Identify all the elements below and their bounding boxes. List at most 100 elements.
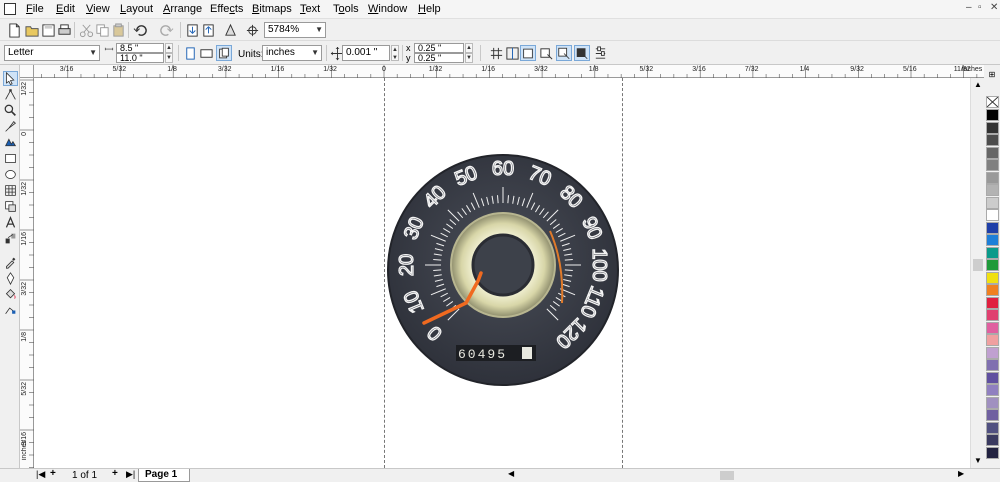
pick-tool-icon[interactable] [3,71,18,86]
color-swatch[interactable] [986,434,999,446]
text-tool-icon[interactable] [3,215,18,230]
basic-shapes-tool-icon[interactable] [3,199,18,214]
color-swatch[interactable] [986,384,999,396]
import-icon[interactable] [184,22,200,38]
page-width-spinner[interactable]: ▲ [165,43,173,53]
color-swatch[interactable] [986,271,999,284]
menu-bitmaps[interactable]: Bitmaps [252,3,292,15]
redo-icon[interactable] [158,22,174,38]
undo-icon[interactable] [132,22,148,38]
copy-icon[interactable] [94,22,110,38]
portrait-icon[interactable] [182,45,198,61]
save-icon[interactable] [40,22,56,38]
color-swatch[interactable] [986,109,999,121]
color-swatch[interactable] [986,346,999,359]
first-page-icon[interactable]: |◀ [36,469,45,480]
no-color-swatch[interactable] [986,96,999,108]
landscape-icon[interactable] [198,45,214,61]
ruler-origin[interactable] [20,65,34,78]
menu-edit[interactable]: Edit [56,3,75,15]
minimize-button[interactable]: – [966,2,972,13]
color-swatch[interactable] [986,146,999,159]
last-page-icon[interactable]: ▶| [126,469,135,480]
freehand-tool-icon[interactable] [3,119,18,134]
zoom-tool-icon[interactable] [3,103,18,118]
scroll-left-arrow[interactable]: ◀ [508,469,514,478]
page-height-field[interactable]: 11.0 " [116,53,164,63]
dynamic-guides-icon[interactable] [538,45,554,61]
color-swatch[interactable] [986,184,999,196]
color-swatch[interactable] [986,296,999,309]
outline-pen-tool-icon[interactable] [3,271,18,286]
duplicate-x-field[interactable]: 0.25 " [414,43,464,53]
color-swatch[interactable] [986,321,999,334]
color-swatch[interactable] [986,134,999,146]
color-swatch[interactable] [986,421,999,434]
color-swatch[interactable] [986,446,999,459]
horizontal-scroll-thumb[interactable] [720,471,734,480]
snap-to-objects-icon[interactable] [520,45,536,61]
paper-size-dropdown[interactable]: Letter ▼ [4,45,100,61]
menu-window[interactable]: Window [368,3,407,15]
color-swatch[interactable] [986,234,999,246]
shape-tool-icon[interactable] [3,87,18,102]
color-swatch[interactable] [986,359,999,371]
snap-to-guidelines-icon[interactable] [504,45,520,61]
units-dropdown[interactable]: inches ▼ [262,45,322,61]
zoom-level-dropdown[interactable]: 5784% ▼ [264,22,326,38]
interactive-fill-tool-icon[interactable] [3,303,18,318]
export-icon[interactable] [200,22,216,38]
new-document-icon[interactable] [6,22,22,38]
close-button[interactable]: ✕ [990,2,998,13]
interactive-blend-tool-icon[interactable] [3,231,18,246]
color-swatch[interactable] [986,196,999,209]
polygon-tool-icon[interactable] [3,183,18,198]
vertical-scrollbar[interactable]: ▲ ▼ [970,78,984,468]
color-swatch[interactable] [986,246,999,259]
duplicate-y-spinner[interactable]: ▼ [465,53,473,63]
color-swatch[interactable] [986,396,999,409]
menu-file[interactable]: File [26,3,44,15]
speedometer-image[interactable]: 01020304050 60 708090100110120 60495 [386,153,620,388]
welcome-screen-icon[interactable] [244,22,260,38]
vertical-scroll-thumb[interactable] [973,259,983,271]
application-launcher-icon[interactable] [222,22,238,38]
color-swatch[interactable] [986,284,999,296]
nudge-spinner[interactable]: ▲ ▼ [391,45,399,61]
color-swatch[interactable] [986,121,999,134]
menu-arrange[interactable]: Arrange [163,3,202,15]
restore-button[interactable]: ▫ [978,2,982,13]
rectangle-tool-icon[interactable] [3,151,18,166]
ellipse-tool-icon[interactable] [3,167,18,182]
fill-tool-icon[interactable] [3,287,18,302]
all-pages-icon[interactable] [216,45,232,61]
palette-menu-icon[interactable]: ⊞ [986,70,998,80]
open-icon[interactable] [24,22,40,38]
snap-to-grid-icon[interactable] [488,45,504,61]
horizontal-ruler[interactable]: 3/16 5/32 1/8 3/32 1/16 1/32 0 1/32 1/16 3/32 1/8 5… [34,65,984,78]
scroll-right-arrow[interactable]: ▶ [958,469,964,478]
add-page-after-icon[interactable]: + [112,468,118,479]
cut-icon[interactable] [78,22,94,38]
options-icon[interactable] [592,45,608,61]
menu-help[interactable]: Help [418,3,441,15]
vertical-ruler[interactable]: 1/32 0 1/32 1/16 3/32 1/8 5/32 3/16 inches [20,78,34,468]
page-width-field[interactable]: 8.5 " [116,43,164,53]
page-height-spinner[interactable]: ▼ [165,53,173,63]
color-swatch[interactable] [986,371,999,384]
menu-tools[interactable]: Tools [333,3,359,15]
print-icon[interactable] [56,22,72,38]
menu-layout[interactable]: Layout [120,3,153,15]
color-swatch[interactable] [986,259,999,271]
color-swatch[interactable] [986,159,999,171]
color-swatch[interactable] [986,221,999,234]
duplicate-y-field[interactable]: 0.25 " [414,53,464,63]
scroll-down-arrow[interactable]: ▼ [974,456,982,465]
drawing-canvas[interactable]: 0 10 20 30 40 50 60 70 80 90 100 110 120 60495 [34,78,970,468]
color-swatch[interactable] [986,309,999,321]
page-tab[interactable]: Page 1 [138,469,190,482]
draw-complex-objects-icon[interactable] [574,45,590,61]
menu-text[interactable]: Text [300,3,320,15]
eyedropper-tool-icon[interactable] [3,255,18,270]
app-icon[interactable] [4,3,16,15]
